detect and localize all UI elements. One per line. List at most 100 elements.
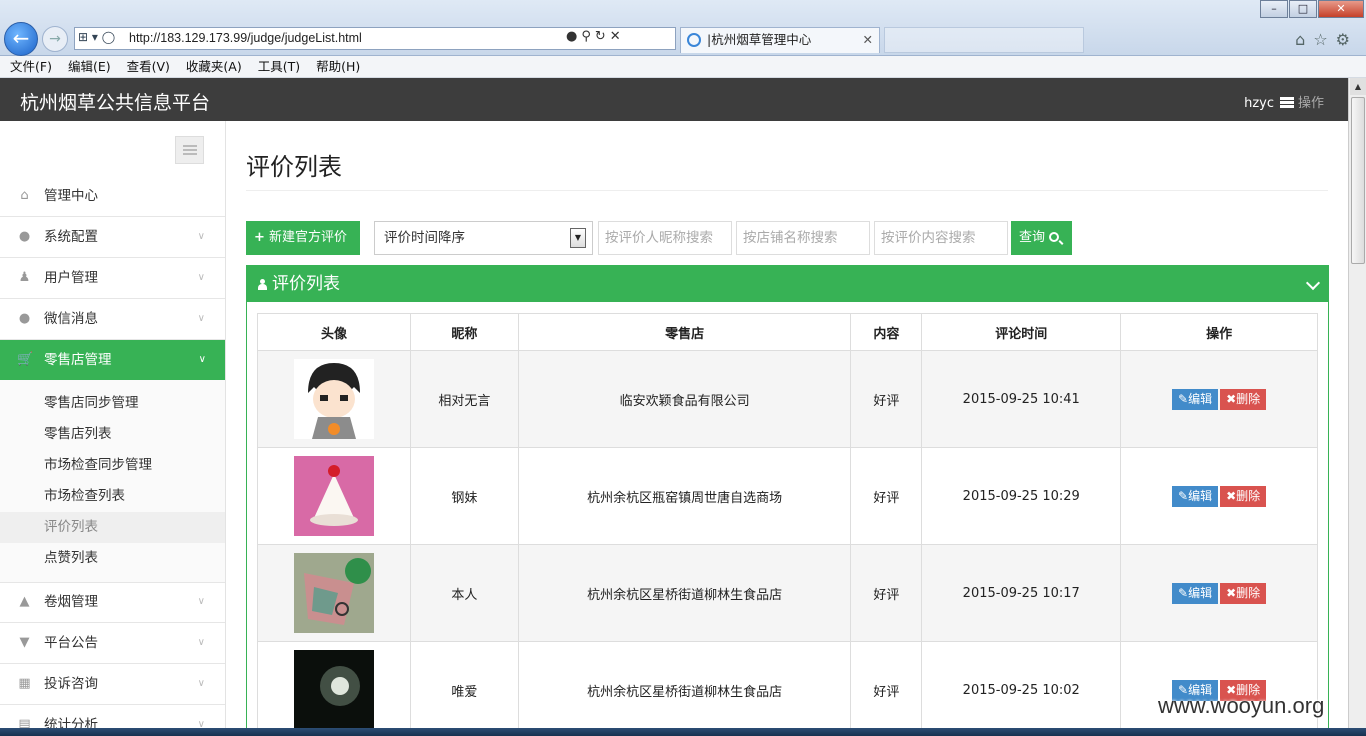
- sidebar-item-label: 用户管理: [44, 270, 98, 286]
- chevron-down-icon[interactable]: ▼: [570, 228, 586, 248]
- user-icon: [258, 279, 267, 290]
- app-header: 杭州烟草公共信息平台 hzyc 操作: [0, 78, 1348, 121]
- actions-cell: ✎编辑 ✖删除: [1120, 447, 1318, 545]
- actions-cell: ✎编辑 ✖删除: [1120, 641, 1318, 736]
- scroll-up-arrow[interactable]: ▲: [1350, 78, 1366, 95]
- column-header-actions: 操作: [1120, 313, 1318, 351]
- back-button[interactable]: ←: [4, 22, 38, 56]
- store-cell: 临安欢颖食品有限公司: [517, 350, 852, 448]
- store-cell: 杭州余杭区星桥街道柳林生食品店: [517, 544, 852, 642]
- forward-button[interactable]: →: [42, 26, 68, 52]
- avatar-cell: [257, 544, 411, 642]
- cart-icon: 🛒: [17, 352, 34, 367]
- sidebar-subitem-like-list[interactable]: 点赞列表: [0, 543, 225, 574]
- query-button[interactable]: 查询: [1011, 221, 1072, 255]
- sidebar-toggle-button[interactable]: [175, 136, 204, 164]
- delete-button[interactable]: ✖删除: [1220, 582, 1267, 604]
- table-row: 钢妹 杭州余杭区瓶窑镇周世唐自选商场 好评 2015-09-25 10:29 ✎…: [257, 447, 1318, 545]
- delete-label: 删除: [1236, 585, 1261, 600]
- browser-tab[interactable]: |杭州烟草管理中心 ✕: [680, 27, 880, 53]
- sidebar-subitem-store-list[interactable]: 零售店列表: [0, 419, 225, 450]
- avatar-cell: [257, 350, 411, 448]
- avatar: [293, 553, 374, 633]
- nickname-cell: 唯爱: [409, 641, 519, 736]
- table-row: 本人 杭州余杭区星桥街道柳林生食品店 好评 2015-09-25 10:17 ✎…: [257, 544, 1318, 642]
- search-content-input[interactable]: 按评价内容搜索: [874, 221, 1008, 255]
- edit-button[interactable]: ✎编辑: [1172, 485, 1219, 507]
- minimize-button[interactable]: –: [1260, 0, 1288, 18]
- sidebar-item-label: 系统配置: [44, 229, 98, 245]
- sidebar-item-system-config[interactable]: ● 系统配置 ∨: [0, 217, 225, 258]
- avatar-cell: [257, 447, 411, 545]
- time-cell: 2015-09-25 10:41: [921, 350, 1122, 448]
- edit-button[interactable]: ✎编辑: [1172, 582, 1219, 604]
- sort-select[interactable]: 评价时间降序 ▼: [374, 221, 593, 255]
- scroll-thumb[interactable]: [1351, 97, 1365, 264]
- app-title[interactable]: 杭州烟草公共信息平台: [20, 88, 210, 115]
- sidebar-item-dashboard[interactable]: ⌂ 管理中心: [0, 176, 225, 217]
- sidebar-item-announcements[interactable]: ▼ 平台公告 ∨: [0, 623, 225, 664]
- sidebar-item-label: 管理中心: [44, 188, 98, 204]
- close-window-button[interactable]: ✕: [1318, 0, 1364, 18]
- menu-view[interactable]: 查看(V): [127, 56, 170, 77]
- content-cell: 好评: [850, 641, 923, 736]
- edit-label: 编辑: [1188, 585, 1213, 600]
- content-cell: 好评: [850, 544, 923, 642]
- refresh-icon[interactable]: ●⚲↻✕: [566, 29, 625, 44]
- sidebar-item-wechat[interactable]: ● 微信消息 ∨: [0, 299, 225, 340]
- qrcode-icon: ▦: [18, 676, 31, 691]
- actions-cell: ✎编辑 ✖删除: [1120, 350, 1318, 448]
- content-cell: 好评: [850, 447, 923, 545]
- favorites-add-icon[interactable]: ⊞ ▾ ◯: [78, 30, 115, 44]
- menu-favorites[interactable]: 收藏夹(A): [186, 56, 242, 77]
- content-cell: 好评: [850, 350, 923, 448]
- username: hzyc: [1244, 96, 1274, 111]
- sidebar-item-cigarettes[interactable]: ▲ 卷烟管理 ∨: [0, 582, 225, 623]
- sidebar-item-users[interactable]: ♟ 用户管理 ∨: [0, 258, 225, 299]
- column-header-time: 评论时间: [921, 313, 1122, 351]
- sidebar-subitem-inspection-sync[interactable]: 市场检查同步管理: [0, 450, 225, 481]
- windows-taskbar: [0, 728, 1366, 736]
- browser-toolbar: ← → http://183.129.173.99/judge/judgeLis…: [0, 0, 1366, 56]
- time-cell: 2015-09-25 10:29: [921, 447, 1122, 545]
- users-icon: ♟: [18, 270, 31, 285]
- sidebar-item-complaints[interactable]: ▦ 投诉咨询 ∨: [0, 664, 225, 705]
- new-button-label: 新建官方评价: [269, 230, 348, 245]
- edit-label: 编辑: [1188, 488, 1213, 503]
- search-nickname-input[interactable]: 按评价人昵称搜索: [598, 221, 732, 255]
- edit-button[interactable]: ✎编辑: [1172, 388, 1219, 410]
- sidebar-item-retail-store[interactable]: 🛒 零售店管理 ∨: [0, 340, 225, 381]
- sidebar-item-label: 投诉咨询: [44, 676, 98, 692]
- page-title: 评价列表: [246, 153, 342, 181]
- maximize-button[interactable]: □: [1289, 0, 1317, 18]
- sidebar-item-label: 微信消息: [44, 311, 98, 327]
- close-tab-icon[interactable]: ✕: [863, 28, 873, 52]
- page-scrollbar[interactable]: ▲: [1348, 78, 1366, 736]
- sidebar-subitem-review-list[interactable]: 评价列表: [0, 512, 225, 543]
- column-header-nickname: 昵称: [409, 313, 519, 351]
- menu-edit[interactable]: 编辑(E): [68, 56, 111, 77]
- table-row: 相对无言 临安欢颖食品有限公司 好评 2015-09-25 10:41 ✎编辑 ✖…: [257, 350, 1318, 448]
- user-menu[interactable]: hzyc 操作: [1244, 92, 1324, 111]
- chevron-down-icon: ∨: [197, 313, 205, 324]
- chevron-down-icon: ∨: [197, 596, 205, 607]
- sidebar-subitem-inspection-list[interactable]: 市场检查列表: [0, 481, 225, 512]
- home-icon: ⌂: [20, 188, 29, 203]
- time-cell: 2015-09-25 10:02: [921, 641, 1122, 736]
- menu-help[interactable]: 帮助(H): [316, 56, 360, 77]
- delete-label: 删除: [1236, 391, 1261, 406]
- chevron-down-icon: ∨: [197, 272, 205, 283]
- search-store-input[interactable]: 按店铺名称搜索: [736, 221, 870, 255]
- chevron-down-icon[interactable]: [1305, 275, 1321, 291]
- delete-button[interactable]: ✖删除: [1220, 485, 1267, 507]
- new-official-review-button[interactable]: + 新建官方评价: [246, 221, 360, 255]
- chat-icon: ●: [18, 311, 31, 326]
- edit-label: 编辑: [1188, 391, 1213, 406]
- home-star-gear-icons[interactable]: ⌂☆⚙: [1295, 30, 1358, 49]
- sidebar-subitem-store-sync[interactable]: 零售店同步管理: [0, 388, 225, 419]
- new-tab[interactable]: [884, 27, 1084, 53]
- menu-tools[interactable]: 工具(T): [258, 56, 300, 77]
- delete-button[interactable]: ✖删除: [1220, 388, 1267, 410]
- chevron-down-icon: ∨: [197, 637, 205, 648]
- menu-file[interactable]: 文件(F): [10, 56, 52, 77]
